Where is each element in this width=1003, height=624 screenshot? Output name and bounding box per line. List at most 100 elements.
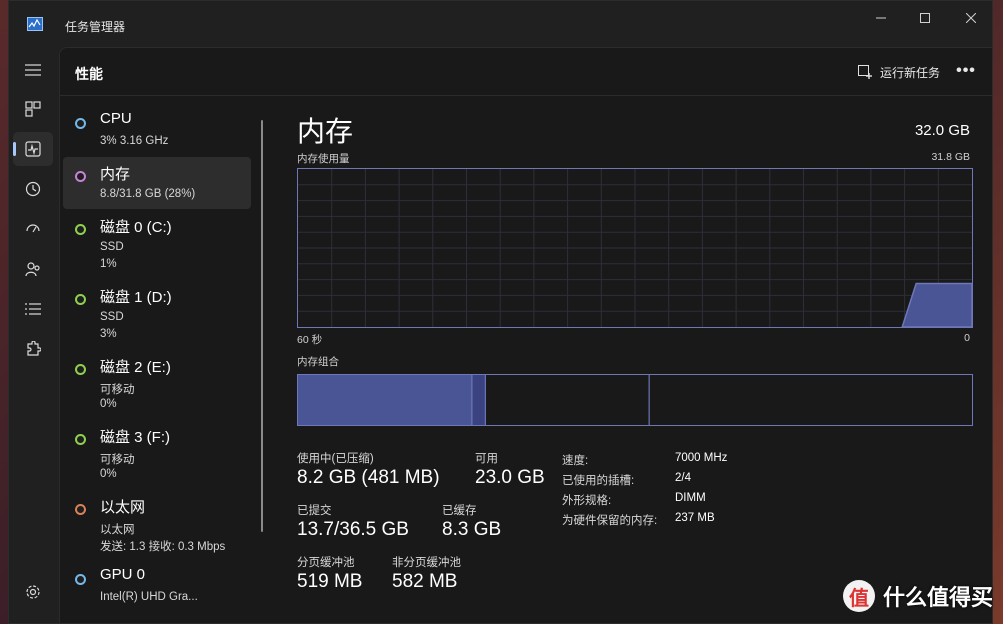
watermark-logo: 值: [842, 580, 875, 612]
page-header: 性能 运行新任务 •••: [60, 48, 992, 96]
nav-users[interactable]: [13, 252, 53, 286]
disk-status-dot: [75, 294, 86, 305]
app-history-icon: [25, 181, 41, 197]
more-options-button[interactable]: •••: [952, 59, 980, 83]
composition-in-use: [298, 375, 472, 425]
disk-status-dot: [75, 434, 86, 445]
nav-app-history[interactable]: [13, 172, 53, 206]
composition-label: 内存组合: [297, 356, 339, 368]
available-value: 23.0 GB: [475, 467, 545, 488]
resource-name: 磁盘 0 (C:): [100, 219, 172, 236]
spec-reserved-value: 237 MB: [675, 512, 715, 524]
spec-speed-value: 7000 MHz: [675, 452, 728, 464]
resource-detail: 1%: [100, 258, 117, 270]
graph-time-left: 60 秒: [297, 334, 323, 346]
available-label: 可用: [475, 453, 498, 465]
gpu-status-dot: [75, 574, 86, 585]
usage-area: [901, 282, 972, 327]
resource-detail: SSD: [100, 241, 124, 253]
spec-speed-key: 速度:: [562, 455, 589, 467]
services-icon: [27, 341, 41, 356]
resource-name: GPU 0: [100, 566, 146, 583]
details-icon: [25, 303, 41, 315]
resource-detail: 发送: 1.3 接收: 0.3 Mbps: [100, 541, 226, 553]
resource-name: CPU: [100, 110, 132, 127]
spec-form-key: 外形规格:: [562, 495, 612, 507]
minimize-icon: [876, 17, 886, 19]
close-button[interactable]: [956, 7, 986, 29]
usage-graph-max: 31.8 GB: [931, 151, 970, 163]
page-title: 性能: [75, 66, 103, 82]
watermark-text: 什么值得买: [882, 585, 993, 610]
resource-item-cpu[interactable]: CPU 3% 3.16 GHz: [63, 104, 251, 156]
run-new-task-label: 运行新任务: [879, 65, 940, 80]
resource-item-memory[interactable]: 内存 8.8/31.8 GB (28%): [63, 157, 251, 209]
resource-detail: 0%: [100, 468, 117, 480]
spec-slots-key: 已使用的插槽:: [562, 475, 635, 487]
title-bar[interactable]: 任务管理器: [9, 1, 992, 47]
composition-modified: [471, 375, 486, 425]
cached-label: 已缓存: [442, 505, 477, 517]
menu-icon: [25, 64, 41, 76]
spec-form-value: DIMM: [675, 492, 706, 504]
detail-title: 内存: [297, 116, 354, 147]
resource-item-disk-1[interactable]: 磁盘 1 (D:) SSD 3%: [63, 280, 251, 348]
resource-detail: Intel(R) UHD Gra...: [100, 591, 198, 603]
maximize-button[interactable]: [910, 7, 940, 29]
disk-status-dot: [75, 364, 86, 375]
resource-detail: SSD: [100, 311, 124, 323]
cpu-status-dot: [75, 118, 86, 129]
resource-detail: 可移动: [100, 454, 135, 466]
committed-value: 13.7/36.5 GB: [297, 519, 409, 540]
resource-list: CPU 3% 3.16 GHz 内存 8.8/31.8 GB (28%) 磁盘 …: [63, 100, 251, 623]
run-new-task-button[interactable]: 运行新任务: [857, 61, 940, 83]
in-use-value: 8.2 GB (481 MB): [297, 467, 440, 488]
nav-services[interactable]: [13, 332, 53, 366]
resource-detail: 8.8/31.8 GB (28%): [100, 188, 196, 200]
resource-name: 以太网: [100, 499, 146, 516]
resource-item-disk-3[interactable]: 磁盘 3 (F:) 可移动 0%: [63, 420, 251, 488]
nav-startup[interactable]: [13, 212, 53, 246]
disk-status-dot: [75, 224, 86, 235]
resource-detail: 可移动: [100, 384, 135, 396]
resource-item-ethernet[interactable]: 以太网 以太网 发送: 1.3 接收: 0.3 Mbps: [63, 490, 251, 558]
resource-name: 磁盘 3 (F:): [100, 429, 170, 446]
minimize-button[interactable]: [866, 7, 896, 29]
resource-detail: 3%: [100, 328, 117, 340]
resource-list-scrollbar[interactable]: [261, 120, 263, 532]
ethernet-status-dot: [75, 504, 86, 515]
nav-performance[interactable]: [13, 132, 53, 166]
committed-label: 已提交: [297, 505, 332, 517]
paged-pool-value: 519 MB: [297, 571, 363, 592]
paged-pool-label: 分页缓冲池: [297, 557, 355, 569]
processes-icon: [25, 101, 41, 117]
resource-item-disk-0[interactable]: 磁盘 0 (C:) SSD 1%: [63, 210, 251, 278]
nav-settings[interactable]: [13, 575, 53, 609]
hamburger-menu-button[interactable]: [13, 53, 53, 87]
nav-details[interactable]: [13, 292, 53, 326]
nav-processes[interactable]: [13, 92, 53, 126]
spec-slots-value: 2/4: [675, 472, 691, 484]
memory-usage-graph: [297, 168, 973, 328]
resource-detail: 3% 3.16 GHz: [100, 135, 169, 147]
resource-item-disk-2[interactable]: 磁盘 2 (E:) 可移动 0%: [63, 350, 251, 418]
graph-time-right: 0: [964, 332, 970, 344]
task-manager-app-icon: [27, 17, 43, 31]
resource-item-gpu-0[interactable]: GPU 0 Intel(R) UHD Gra...: [63, 560, 251, 612]
spec-reserved-key: 为硬件保留的内存:: [562, 515, 658, 527]
close-icon: [966, 13, 976, 23]
nonpaged-pool-value: 582 MB: [392, 571, 458, 592]
run-new-task-icon: [857, 65, 872, 79]
in-use-label: 使用中(已压缩): [297, 453, 374, 465]
cached-value: 8.3 GB: [442, 519, 502, 540]
nonpaged-pool-label: 非分页缓冲池: [392, 557, 461, 569]
memory-total: 32.0 GB: [914, 122, 970, 139]
nav-rail: [9, 47, 57, 623]
startup-icon: [26, 224, 40, 233]
window-title: 任务管理器: [65, 20, 126, 34]
performance-icon: [25, 141, 41, 157]
users-icon: [25, 262, 40, 277]
watermark: 值 什么值得买: [842, 580, 993, 612]
maximize-icon: [920, 13, 930, 23]
task-manager-window: 任务管理器 性能 运行新任务 ••• CPU 3% 3.16 GHz 内存 8.…: [8, 0, 993, 624]
